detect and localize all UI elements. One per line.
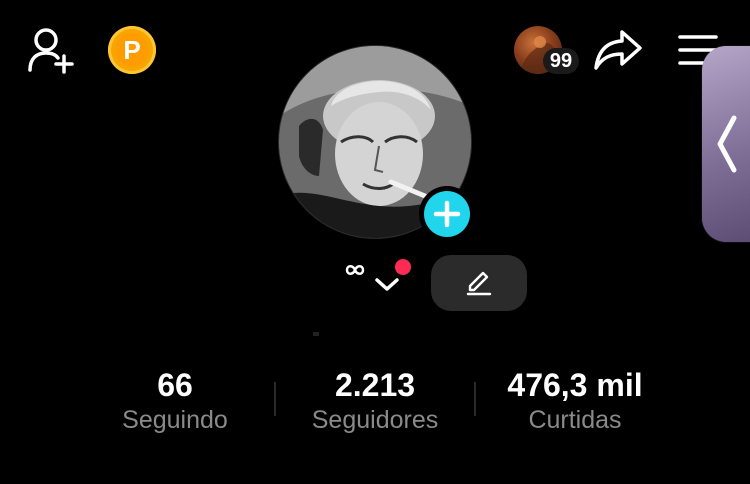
following-count: 66 xyxy=(157,367,193,403)
plus-icon xyxy=(433,200,461,228)
add-friend-button[interactable] xyxy=(26,26,78,74)
username-glyph-icon xyxy=(345,262,365,278)
likes-label: Curtidas xyxy=(528,406,622,434)
stat-followers[interactable]: 2.213 Seguidores xyxy=(275,366,475,436)
share-icon xyxy=(594,30,642,70)
stat-following[interactable]: 66 Seguindo xyxy=(75,366,275,436)
pencil-icon xyxy=(466,271,492,296)
separator-mark xyxy=(313,332,319,336)
visitor-count-badge: 99 xyxy=(543,48,579,74)
add-photo-button[interactable] xyxy=(419,186,475,242)
chevron-left-icon xyxy=(712,112,742,176)
coin-button[interactable]: P xyxy=(108,26,156,74)
share-button[interactable] xyxy=(592,28,644,72)
followers-label: Seguidores xyxy=(311,406,439,434)
add-user-icon xyxy=(28,28,74,74)
edit-profile-button[interactable] xyxy=(431,255,527,311)
chevron-down-icon xyxy=(375,278,399,291)
notification-dot xyxy=(395,259,411,275)
following-label: Seguindo xyxy=(122,406,228,434)
stat-likes[interactable]: 476,3 mil Curtidas xyxy=(475,366,675,436)
account-switch-dropdown[interactable] xyxy=(373,274,401,294)
likes-count: 476,3 mil xyxy=(507,367,643,403)
coin-icon: P xyxy=(115,33,149,67)
followers-count: 2.213 xyxy=(334,367,416,403)
